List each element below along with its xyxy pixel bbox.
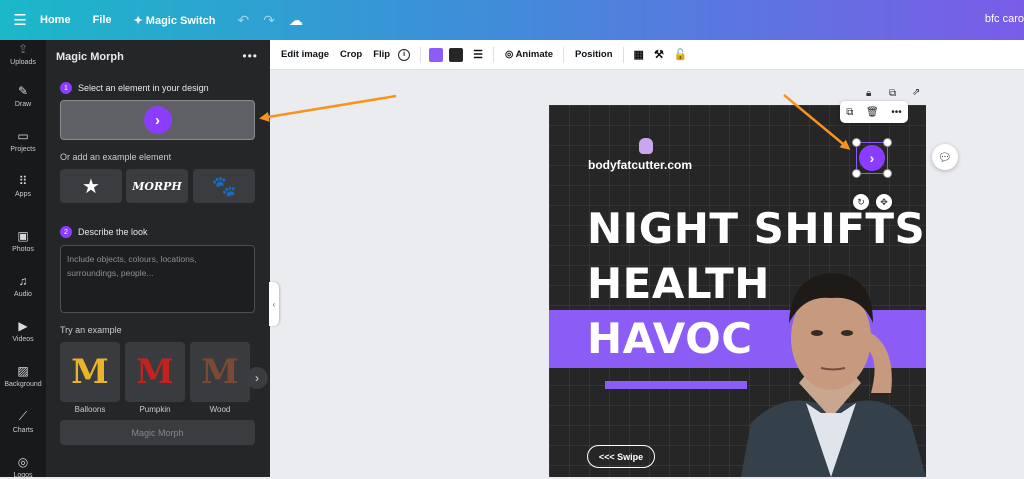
man-photo [741,273,926,477]
swipe-button[interactable]: <<< Swipe [587,445,655,468]
add-page-icon[interactable]: ⇗ [912,87,920,98]
next-samples-button[interactable]: › [246,367,268,389]
paw-icon: 🐾 [211,175,237,198]
color-swatch-dark[interactable] [449,47,464,62]
crop-button[interactable]: Crop [340,49,362,60]
cloud-save-icon[interactable]: ☁ [289,12,303,29]
flip-button[interactable]: Flip [373,49,390,60]
pattern-icon: ▨ [17,364,29,378]
sample-caption: Pumpkin [139,405,171,414]
upload-icon: ⇪ [17,42,29,56]
rail-charts[interactable]: ⟋ Charts [0,409,46,434]
position-button[interactable]: Position [575,49,612,60]
example-morph-text[interactable]: MORPH [126,169,188,203]
pen-icon: ✎ [17,84,29,98]
describe-look-input[interactable]: Include objects, colours, locations, sur… [60,245,255,313]
image-icon: ▣ [17,229,29,243]
rail-background[interactable]: ▨ Background [0,364,46,388]
music-icon: ♫ [18,274,28,288]
sample-pumpkin[interactable]: M [125,342,185,402]
star-icon: ★ [82,175,100,198]
more-options-icon[interactable]: ••• [242,49,258,63]
edit-image-button[interactable]: Edit image [281,49,329,60]
step-1: 1 Select an element in your design [60,82,209,94]
resize-handle[interactable] [852,138,861,147]
lock-icon[interactable]: 🔓 [674,48,688,61]
transparency-icon[interactable]: ▦ [634,48,644,61]
color-swatch-purple[interactable] [429,47,444,62]
panel-title: Magic Morph [56,51,124,63]
redo-icon[interactable]: ↷ [263,12,275,29]
example-star[interactable]: ★ [60,169,122,203]
copy-icon[interactable]: ⧉ [846,107,853,118]
folder-icon: ▭ [17,129,29,143]
magic-morph-panel: Magic Morph ••• 1 Select an element in y… [46,40,270,477]
resize-handle[interactable] [852,169,861,178]
example-element-label: Or add an example element [60,152,172,162]
mascot-logo [639,138,653,154]
comment-icon[interactable]: 💬︎ [932,144,958,170]
sample-wood[interactable]: M [190,342,250,402]
rail-audio[interactable]: ♫ Audio [0,274,46,298]
morph-word: MORPH [132,179,182,193]
example-paw[interactable]: 🐾 [193,169,255,203]
selected-element-box[interactable]: › [60,100,255,140]
rail-apps[interactable]: ⠿ Apps [0,174,46,198]
animate-icon: ◎ [504,49,516,60]
grid-icon: ⠿ [18,174,28,188]
menu-icon[interactable]: ☰ [0,11,40,29]
undo-icon[interactable]: ↶ [237,12,249,29]
paint-roller-icon[interactable]: ⚒ [654,48,664,61]
step-2: 2 Describe the look [60,226,148,238]
resize-handle[interactable] [883,138,892,147]
sparkle-icon: ✦ [133,14,146,27]
rail-uploads[interactable]: ⇪ Uploads [0,42,46,66]
chart-icon: ⟋ [18,409,28,423]
rail-draw[interactable]: ✎ Draw [0,84,46,108]
magic-switch-button[interactable]: ✦ Magic Switch [134,14,216,27]
video-icon: ▶ [18,319,28,333]
step-number: 2 [60,226,72,238]
top-bar: ☰ Home File ✦ Magic Switch ↶ ↷ ☁ bfc car… [0,0,1024,40]
sample-caption: Wood [209,405,231,414]
user-name[interactable]: bfc caro [985,13,1024,25]
home-button[interactable]: Home [40,14,71,26]
brand-text: bodyfatcutter.com [588,158,693,172]
step-number: 1 [60,82,72,94]
logo-icon: ◎ [17,455,29,469]
animate-button[interactable]: ◎ Animate [505,49,553,60]
rail-logos[interactable]: ◎ Logos [0,455,46,479]
rail-photos[interactable]: ▣ Photos [0,229,46,253]
collapse-panel-button[interactable]: ‹ [269,282,279,326]
arrow-to-selection-box [259,94,397,122]
sample-caption: Balloons [74,405,106,414]
resize-handle[interactable] [883,169,892,178]
border-style-icon[interactable]: ☰ [473,48,483,61]
context-toolbar: Edit image Crop Flip i ☰ ◎ Animate Posit… [270,40,1024,70]
step-2-label: Describe the look [78,227,148,237]
rotate-icon[interactable]: ↻ [853,194,869,210]
headline-line-1: NIGHT SHIFTS [587,204,926,253]
file-menu[interactable]: File [93,14,112,26]
rail-projects[interactable]: ▭ Projects [0,129,46,153]
chevron-element[interactable]: › [859,145,885,171]
lock-icon[interactable]: 🔒︎ [866,88,871,99]
sample-balloons[interactable]: M [60,342,120,402]
more-icon[interactable]: ••• [891,107,902,118]
element-floating-toolbar: ⧉ 🗑︎ ••• [840,101,908,123]
try-example-label: Try an example [60,325,122,335]
magic-morph-button[interactable]: Magic Morph [60,420,255,445]
move-icon[interactable]: ✥ [876,194,892,210]
rail-videos[interactable]: ▶ Videos [0,319,46,343]
duplicate-page-icon[interactable]: ⧉ [889,88,896,99]
side-rail: ⇪ Uploads ✎ Draw ▭ Projects ⠿ Apps ▣ Photos ♫… [0,40,46,479]
info-icon[interactable]: i [398,48,411,61]
chevron-right-icon: › [143,106,172,134]
trash-icon[interactable]: 🗑︎ [866,107,879,118]
step-1-label: Select an element in your design [78,83,209,93]
